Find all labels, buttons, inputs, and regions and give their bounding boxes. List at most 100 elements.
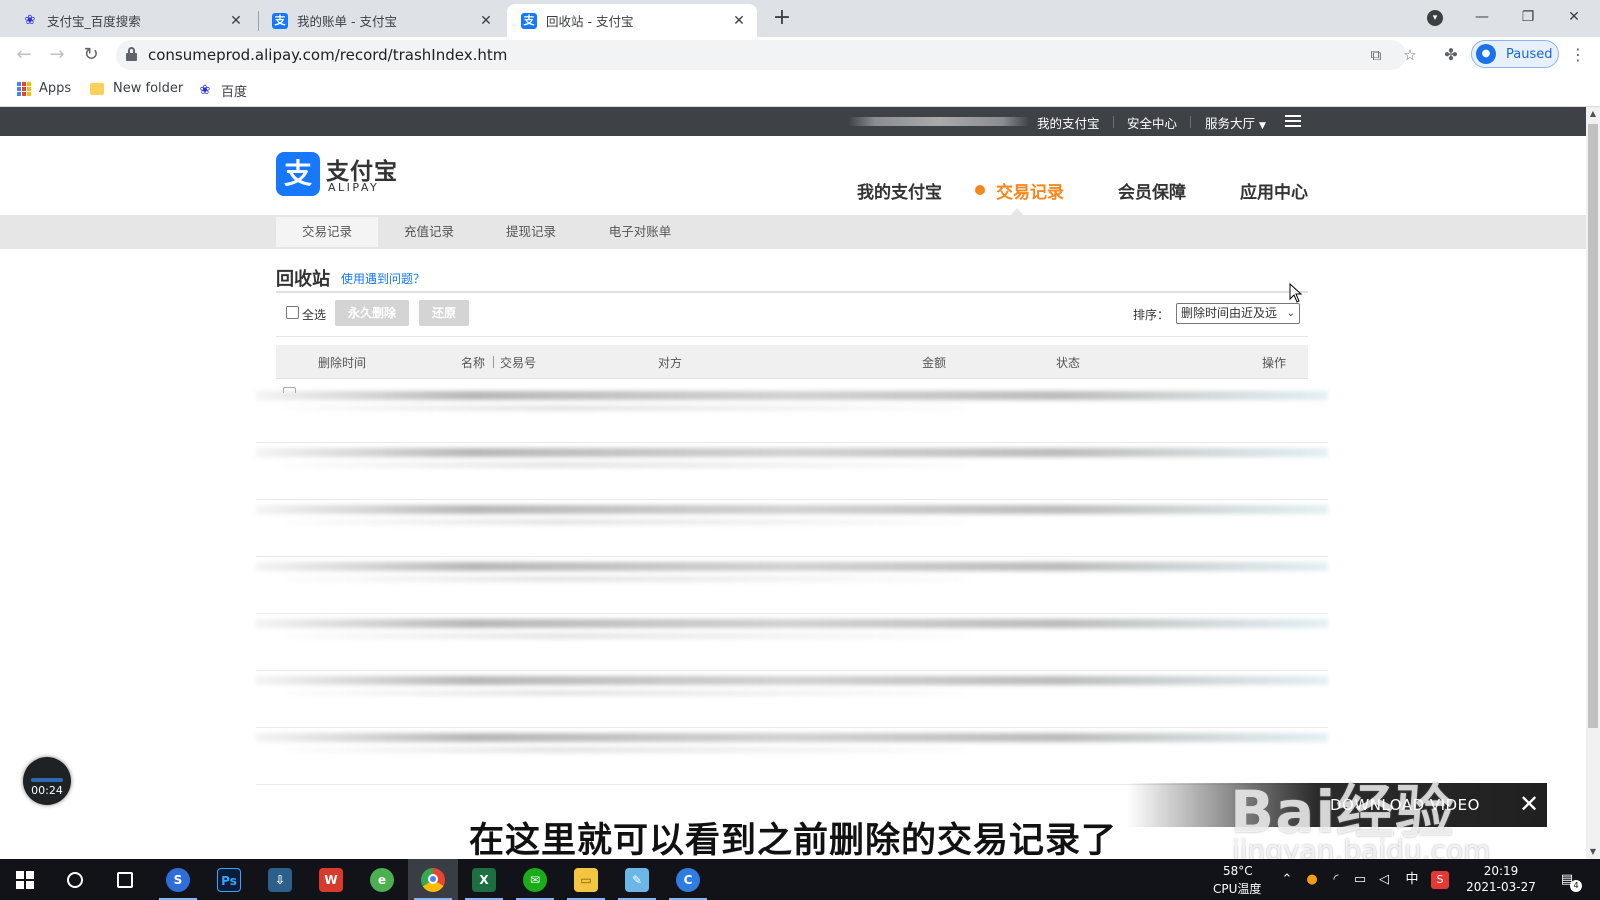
taskbar-chrome[interactable] (408, 859, 458, 900)
tab-recycle-bin[interactable]: 支 回收站 - 支付宝 ✕ (507, 4, 757, 37)
tab-my-bill[interactable]: 支 我的账单 - 支付宝 ✕ (258, 4, 504, 37)
subtab-transactions[interactable]: 交易记录 (276, 217, 378, 247)
tab-strip: ❀ 支付宝_百度搜索 ✕ 支 我的账单 - 支付宝 ✕ 支 回收站 - 支付宝 … (0, 0, 1600, 37)
alipay-logo[interactable]: 支 支付宝 ALIPAY (276, 152, 406, 198)
bookmark-apps[interactable]: Apps (17, 81, 71, 96)
bookmark-star-icon[interactable]: ☆ (1400, 45, 1420, 65)
wave-icon (31, 778, 63, 782)
clock[interactable]: 20:19 2021-03-27 (1463, 859, 1539, 900)
taskbar-installer[interactable]: ⇩ (255, 859, 305, 900)
subtab-withdraw[interactable]: 提现记录 (480, 217, 582, 247)
close-icon[interactable]: ✕ (228, 13, 244, 29)
col-amount: 金额 (922, 356, 947, 370)
page-scrollbar[interactable]: ▲ ▼ (1586, 107, 1600, 859)
clock-time: 20:19 (1483, 864, 1519, 878)
select-all-label[interactable]: 全选 (302, 306, 326, 323)
taskbar-file-explorer[interactable]: ▭ (561, 859, 611, 900)
avatar: ● (1476, 44, 1496, 64)
taskbar-wechat[interactable]: ✉ (510, 859, 560, 900)
video-timer-badge: 00:24 (23, 757, 71, 805)
nav-my-alipay[interactable]: 我的支付宝 (857, 178, 942, 203)
nav-member-protection[interactable]: 会员保障 (1118, 178, 1186, 203)
caret-down-icon: ▼ (1259, 121, 1266, 131)
taskbar-360-browser[interactable]: e (357, 859, 407, 900)
restore-button[interactable]: 还原 (419, 300, 469, 326)
divider (1113, 116, 1114, 128)
new-tab-button[interactable]: + (770, 7, 794, 31)
tab-baidu-search[interactable]: ❀ 支付宝_百度搜索 ✕ (8, 4, 254, 37)
list-menu-icon[interactable] (1285, 115, 1301, 128)
lock-icon[interactable] (126, 47, 137, 61)
notepad-icon: ✎ (625, 867, 649, 892)
sogou-ime-icon[interactable]: S (1431, 871, 1449, 889)
tray-chevron-up-icon[interactable]: ⌃ (1278, 871, 1296, 889)
temperature-label: CPU温度 (1213, 882, 1262, 896)
browser-menu-icon[interactable]: ⋮ (1568, 45, 1588, 65)
help-link[interactable]: 使用遇到问题？ (341, 270, 425, 287)
taskbar-sogou[interactable]: S (153, 859, 203, 900)
top-link-label: 服务大厅 (1205, 116, 1256, 131)
back-button[interactable]: ← (10, 41, 38, 69)
taskbar-photoshop[interactable]: Ps (204, 859, 254, 900)
nav-transactions[interactable]: 交易记录 (996, 178, 1064, 203)
active-dot-icon (975, 185, 985, 195)
blurred-account-name (848, 117, 1030, 126)
logo-text-en: ALIPAY (328, 181, 380, 194)
start-button[interactable] (0, 859, 50, 900)
tab-search-icon[interactable]: ▾ (1427, 10, 1443, 26)
close-icon[interactable]: ✕ (731, 13, 747, 29)
taskbar-notepad[interactable]: ✎ (612, 859, 662, 900)
taskbar-excel[interactable]: X (459, 859, 509, 900)
subtab-recharge[interactable]: 充值记录 (378, 217, 480, 247)
scroll-thumb[interactable] (1588, 124, 1598, 728)
top-link-service-hall[interactable]: 服务大厅 ▼ (1205, 113, 1266, 132)
battery-icon[interactable]: ▭ (1351, 871, 1369, 889)
taskbar-app-c[interactable]: C (663, 859, 713, 900)
translate-icon[interactable]: ⧉ (1366, 45, 1386, 65)
chrome-icon (421, 867, 445, 892)
table-row (256, 729, 1328, 785)
url-text[interactable]: consumeprod.alipay.com/record/trashIndex… (148, 46, 507, 64)
minimize-button[interactable]: — (1459, 0, 1505, 34)
restore-button[interactable]: ❐ (1505, 0, 1551, 34)
subtab-e-statement[interactable]: 电子对账单 (588, 217, 692, 247)
window-close-button[interactable]: ✕ (1551, 0, 1597, 34)
cpu-temperature[interactable]: 58°C CPU温度 (1205, 859, 1265, 900)
taskbar-wps[interactable]: W (306, 859, 356, 900)
bookmark-new-folder[interactable]: New folder (90, 81, 183, 96)
video-subtitle: 在这里就可以看到之前删除的交易记录了 (468, 821, 1117, 861)
col-status: 状态 (1056, 356, 1081, 370)
temperature-value: 58°C (1223, 864, 1253, 878)
tab-title: 回收站 - 支付宝 (546, 14, 634, 29)
app-c-icon: C (676, 867, 700, 892)
search-button[interactable] (50, 859, 100, 900)
file-explorer-icon: ▭ (574, 867, 598, 892)
wps-icon: W (319, 867, 343, 892)
col-counterparty: 对方 (658, 356, 683, 370)
profile-button[interactable]: ● Paused (1471, 40, 1559, 68)
forward-button[interactable]: → (43, 41, 71, 69)
close-icon[interactable]: ✕ (478, 13, 494, 29)
scroll-up-icon[interactable]: ▲ (1586, 107, 1600, 121)
extensions-puzzle-icon[interactable]: ✤ (1441, 45, 1461, 65)
bookmark-label: 百度 (221, 85, 248, 100)
wechat-icon: ✉ (523, 867, 547, 892)
ime-indicator[interactable]: 中 (1403, 871, 1421, 889)
nav-app-center[interactable]: 应用中心 (1240, 178, 1308, 203)
wifi-icon[interactable]: ◜ (1327, 871, 1345, 889)
task-view-button[interactable] (100, 859, 150, 900)
scroll-down-icon[interactable]: ▼ (1586, 845, 1600, 859)
bookmark-baidu[interactable]: ❀ 百度 (197, 81, 248, 101)
permanent-delete-button[interactable]: 永久删除 (335, 300, 409, 326)
select-all-checkbox[interactable] (286, 306, 299, 319)
volume-icon[interactable]: ◁ (1375, 871, 1393, 889)
tray-app-icon[interactable]: ● (1303, 871, 1321, 889)
mouse-cursor-icon (1289, 283, 1303, 303)
reload-button[interactable]: ↻ (77, 41, 105, 69)
address-bar[interactable]: consumeprod.alipay.com/record/trashIndex… (116, 40, 1417, 70)
col-action: 操作 (1262, 356, 1287, 370)
sort-select[interactable]: 删除时间由近及远 ⌄ (1176, 303, 1300, 324)
sub-nav: 交易记录 充值记录 提现记录 电子对账单 (0, 215, 1586, 249)
top-link-my-alipay[interactable]: 我的支付宝 (1037, 113, 1100, 132)
top-link-security[interactable]: 安全中心 (1127, 113, 1177, 132)
